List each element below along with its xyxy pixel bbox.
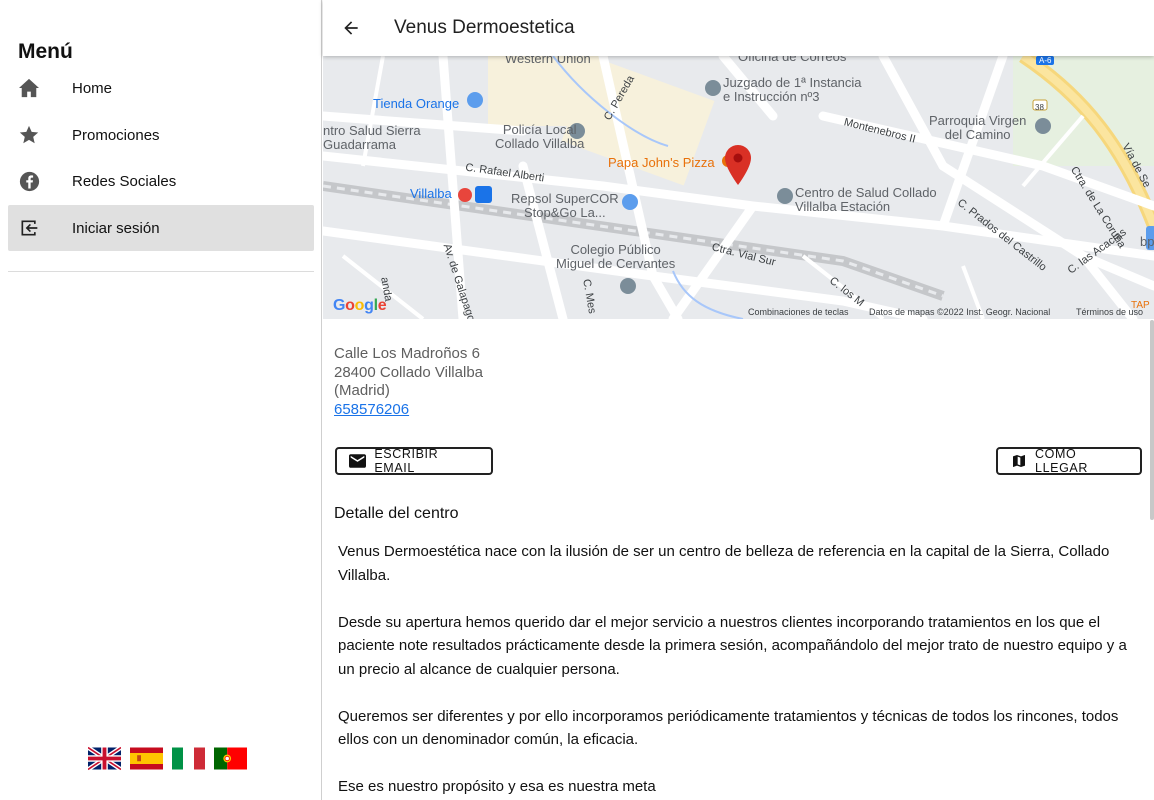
map-label: Parroquia Virgen del Camino xyxy=(929,113,1027,142)
sidebar-item-promociones[interactable]: Promociones xyxy=(8,112,314,158)
description-paragraph: Desde su apertura hemos querido dar el m… xyxy=(338,613,1127,678)
login-icon xyxy=(18,217,40,239)
sidebar-item-label: Home xyxy=(72,79,113,97)
menu-title: Menú xyxy=(18,40,73,63)
location-pin-icon[interactable] xyxy=(725,145,751,185)
sidebar-item-label: Promociones xyxy=(72,126,160,144)
directions-button[interactable]: COMO LLEGAR xyxy=(996,447,1142,475)
map-label: Tienda Orange xyxy=(373,96,460,111)
center-description: Venus Dermoestética nace con la ilusión … xyxy=(338,540,1138,800)
uk-flag-icon[interactable] xyxy=(88,746,121,771)
sidebar-item-redes-sociales[interactable]: Redes Sociales xyxy=(8,158,314,204)
star-icon xyxy=(18,124,40,146)
mail-icon xyxy=(349,452,367,470)
address-line: Calle Los Madroños 6 xyxy=(334,345,480,362)
map-label: ntro Salud Sierra Guadarrama xyxy=(323,123,421,152)
sidebar-item-iniciar-sesion[interactable]: Iniciar sesión xyxy=(8,205,314,251)
address-block: Calle Los Madroños 6 28400 Collado Villa… xyxy=(334,345,483,419)
write-email-label: ESCRIBIR EMAIL xyxy=(374,447,439,475)
app-bar: Venus Dermoestetica xyxy=(323,0,1154,56)
sidebar-item-label: Iniciar sesión xyxy=(72,219,160,237)
description-paragraph: Ese es nuestro propósito y esa es nuestr… xyxy=(338,778,656,795)
map-label: Centro de Salud Collado Villalba Estació… xyxy=(795,185,937,214)
scrollbar[interactable] xyxy=(1150,320,1154,520)
sidebar-divider xyxy=(8,271,314,272)
map-view[interactable]: Western Union Oficina de Correos Juzgado… xyxy=(323,56,1154,319)
map-label: Papa John's Pizza xyxy=(608,155,715,170)
google-logo: Google xyxy=(333,297,387,314)
map-label: Oficina de Correos xyxy=(738,56,847,64)
address-line: 28400 Collado Villalba xyxy=(334,363,484,381)
map-label: Policía Local Collado Villalba xyxy=(495,122,585,151)
map-label: Colegio Público Miguel de Cervantes xyxy=(556,242,676,271)
map-label: Repsol SuperCOR Stop&Go La... xyxy=(511,191,619,220)
home-icon xyxy=(18,77,40,99)
write-email-button[interactable]: ESCRIBIR EMAIL xyxy=(335,447,493,475)
language-selector xyxy=(88,746,247,771)
map-data-attribution: Datos de mapas ©2022 Inst. Geogr. Nacion… xyxy=(869,307,1051,317)
map-icon xyxy=(1010,452,1027,470)
sidebar-item-label: Redes Sociales xyxy=(72,172,177,190)
address-line: (Madrid) xyxy=(334,382,390,400)
spain-flag-icon[interactable] xyxy=(130,746,163,771)
section-title: Detalle del centro xyxy=(334,505,459,522)
sidebar: Menú Home Promociones Redes Sociales Ini… xyxy=(0,0,322,800)
keyboard-shortcuts-link[interactable]: Combinaciones de teclas xyxy=(748,307,849,317)
map-label: A-6 xyxy=(1039,56,1052,65)
directions-label: COMO LLEGAR xyxy=(1035,447,1088,475)
arrow-back-icon[interactable] xyxy=(339,16,363,40)
portugal-flag-icon[interactable] xyxy=(214,746,247,771)
map-label: Juzgado de 1ª Instancia e Instrucción nº… xyxy=(723,75,862,104)
description-paragraph: Queremos ser diferentes y por ello incor… xyxy=(338,707,1119,749)
page-title: Venus Dermoestetica xyxy=(394,17,575,38)
map-label: bp xyxy=(1140,234,1154,249)
phone-link[interactable]: 658576206 xyxy=(334,401,483,420)
terms-link[interactable]: Términos de uso xyxy=(1076,307,1143,317)
map-label: Western Union xyxy=(505,56,591,66)
facebook-icon xyxy=(18,170,40,192)
italy-flag-icon[interactable] xyxy=(172,746,205,771)
sidebar-item-home[interactable]: Home xyxy=(8,65,314,111)
map-label: Villalba xyxy=(410,186,452,201)
description-paragraph: Venus Dermoestética nace con la ilusión … xyxy=(338,543,1110,584)
map-label: 38 xyxy=(1035,103,1044,112)
